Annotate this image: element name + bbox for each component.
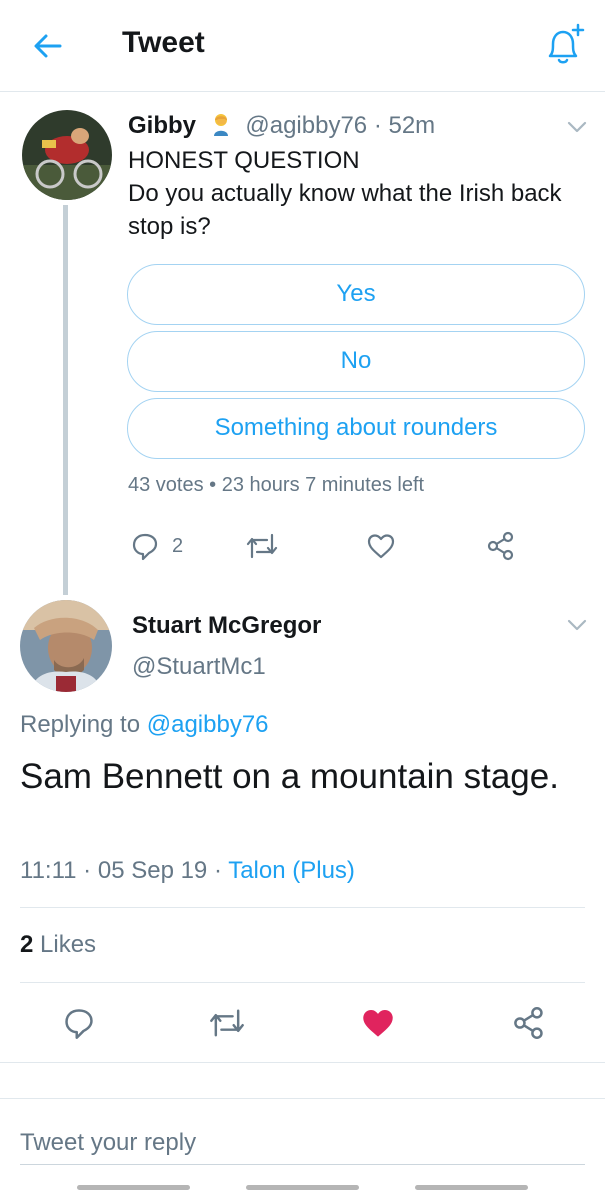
like-action[interactable]: [360, 1006, 396, 1040]
divider: [20, 982, 585, 983]
tweet-header: Gibby @agibby76 · 52m: [128, 112, 435, 140]
author-handle[interactable]: @StuartMc1: [132, 653, 266, 681]
replying-to: Replying to @agibby76: [20, 711, 269, 739]
replying-prefix: Replying to: [20, 711, 141, 738]
tweet-time: 52m: [388, 112, 436, 139]
chevron-down-icon[interactable]: [566, 120, 588, 134]
poll-meta: 43 votes • 23 hours 7 minutes left: [128, 474, 424, 497]
poll-option-rounders[interactable]: Something about rounders: [127, 398, 585, 459]
tweet-text-line: HONEST QUESTION: [128, 147, 360, 174]
dot-separator: ·: [83, 857, 98, 884]
chevron-down-icon[interactable]: [566, 618, 588, 632]
system-nav-pill: [77, 1185, 190, 1190]
reply-action[interactable]: [62, 1006, 96, 1040]
dot-separator: ·: [373, 112, 389, 139]
dot-separator: •: [209, 474, 222, 496]
back-arrow-icon[interactable]: [30, 28, 66, 64]
reply-count: 2: [172, 534, 184, 557]
share-icon: [514, 1007, 543, 1039]
poll-time-left: 23 hours 7 minutes left: [221, 474, 425, 496]
likes-summary[interactable]: 2 Likes: [20, 931, 96, 959]
system-nav-pill: [246, 1185, 359, 1190]
poll-option-yes[interactable]: Yes: [127, 264, 585, 325]
reply-action[interactable]: 2: [130, 531, 183, 561]
author-handle[interactable]: @agibby76: [245, 112, 367, 139]
avatar[interactable]: [22, 110, 112, 200]
likes-count: 2: [20, 931, 34, 958]
author-name[interactable]: Stuart McGregor: [132, 612, 321, 640]
top-bar: Tweet: [0, 0, 605, 92]
retweet-action[interactable]: [245, 531, 279, 561]
avatar[interactable]: [20, 600, 112, 692]
author-name[interactable]: Gibby: [128, 112, 196, 139]
tweet-meta: 11:11 · 05 Sep 19 · Talon (Plus): [20, 857, 355, 885]
page-title: Tweet: [122, 26, 205, 59]
tweet-time: 11:11: [20, 857, 77, 884]
retweet-icon: [246, 533, 278, 559]
reply-bubble-icon: [65, 1009, 93, 1039]
tweet-date: 05 Sep 19: [97, 857, 208, 884]
tweet-text-line: Do you actually know what the Irish back…: [128, 180, 562, 240]
system-nav-pill: [415, 1185, 528, 1190]
like-action[interactable]: [366, 531, 396, 561]
retweet-action[interactable]: [208, 1006, 246, 1040]
share-action[interactable]: [512, 1006, 546, 1040]
heart-filled-icon: [363, 1009, 393, 1037]
client-link[interactable]: Talon (Plus): [228, 857, 355, 884]
tweet-text: Sam Bennett on a mountain stage.: [20, 757, 559, 796]
poll-option-no[interactable]: No: [127, 331, 585, 392]
poll-votes: 43 votes: [128, 474, 204, 496]
reply-bubble-icon: [132, 533, 158, 561]
replying-to-link[interactable]: @agibby76: [147, 711, 269, 738]
share-action[interactable]: [486, 531, 516, 561]
reply-input[interactable]: [20, 1121, 585, 1165]
divider: [0, 1062, 605, 1063]
heart-outline-icon: [367, 534, 395, 559]
facepalm-emoji-icon: [213, 114, 228, 136]
thread-line: [63, 205, 68, 595]
share-icon: [487, 531, 514, 561]
retweet-icon: [210, 1009, 244, 1037]
likes-label: Likes: [40, 931, 97, 958]
notification-bell-plus-icon[interactable]: [540, 22, 586, 68]
tweet-text: HONEST QUESTION Do you actually know wha…: [128, 144, 598, 243]
cyclist-photo: [22, 110, 112, 200]
profile-photo: [20, 600, 112, 692]
dot-separator: ·: [213, 857, 229, 884]
divider: [20, 907, 585, 908]
